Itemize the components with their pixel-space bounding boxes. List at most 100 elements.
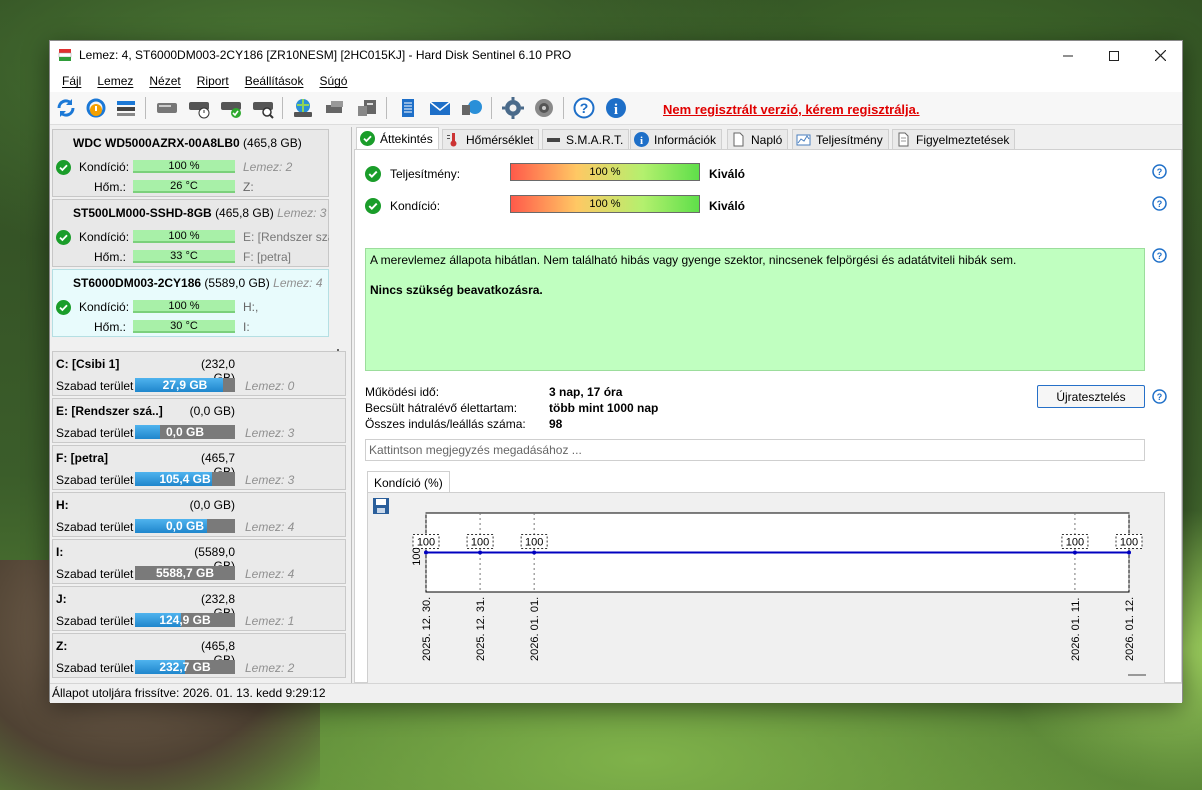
help-icon[interactable]: ? (1152, 196, 1167, 211)
tab-information[interactable]: i Információk (630, 129, 723, 149)
volume-name: H: (56, 498, 69, 512)
data-point (424, 550, 428, 555)
help-icon[interactable]: ? (1152, 389, 1167, 404)
disk-title: ST6000DM003-2CY186 (5589,0 GB) Lemez: 4 (73, 276, 323, 290)
disk-backup-button[interactable] (354, 95, 380, 121)
globe-send-icon (462, 100, 482, 115)
svg-text:i: i (640, 135, 643, 147)
svg-text:?: ? (1157, 167, 1163, 177)
log-icon (733, 132, 744, 147)
refresh-button[interactable] (53, 95, 79, 121)
close-button[interactable] (1137, 41, 1183, 70)
maximize-button[interactable] (1091, 41, 1137, 70)
help-icon[interactable]: ? (1152, 164, 1167, 179)
health-label: Kondíció: (390, 199, 441, 213)
refresh-warning-icon (86, 98, 106, 118)
start-stop-value: 98 (549, 417, 563, 431)
volume-disk: Lemez: 1 (245, 614, 295, 628)
free-space-label: Szabad terület (56, 520, 134, 534)
volume-item[interactable]: I: (5589,0 GB) Szabad terület 5588,7 GB … (52, 539, 346, 584)
status-bar: Állapot utoljára frissítve: 2026. 01. 13… (50, 683, 1182, 703)
x-tick-label: 2025. 12. 30. (421, 597, 433, 661)
disk-title: WDC WD5000AZRX-00A8LB0 (465,8 GB) (73, 136, 302, 150)
volume-disk: Lemez: 4 (245, 567, 295, 581)
disk-check-button[interactable] (218, 95, 244, 121)
volume-ref: Z: (243, 180, 254, 194)
temp-label: Hőm.: (94, 250, 127, 264)
check-icon (360, 131, 375, 146)
volume-item[interactable]: J: (232,8 GB) Szabad terület 124,9 GB Le… (52, 586, 346, 631)
disk-item[interactable]: ST500LM000-SSHD-8GB (465,8 GB) Lemez: 3 … (52, 199, 329, 267)
menu-view[interactable]: Nézet (141, 74, 188, 88)
disk-tools-button[interactable] (322, 95, 348, 121)
free-space-bar: 0,0 GB (135, 425, 235, 439)
volume-item[interactable]: C: [Csibi 1] (232,0 GB) Szabad terület 2… (52, 351, 346, 396)
temp-bar: 26 °C (133, 180, 235, 193)
tab-warnings[interactable]: Figyelmeztetések (892, 129, 1016, 149)
menu-help[interactable]: Súgó (311, 74, 355, 88)
temp-label: Hőm.: (94, 180, 127, 194)
minimize-button[interactable] (1045, 41, 1091, 70)
send-report-button[interactable] (459, 95, 485, 121)
toolbar-separator (386, 97, 387, 119)
volume-item[interactable]: Z: (465,8 GB) Szabad terület 232,7 GB Le… (52, 633, 346, 678)
report-button[interactable] (395, 95, 421, 121)
chart-scrollbar[interactable] (1128, 674, 1146, 676)
menu-settings[interactable]: Beállítások (237, 74, 312, 88)
tab-performance[interactable]: Teljesítmény (792, 129, 889, 149)
about-button[interactable]: i (603, 95, 629, 121)
app-window: Lemez: 4, ST6000DM003-2CY186 [ZR10NESM] … (49, 40, 1183, 703)
disk-search-button[interactable] (250, 95, 276, 121)
volume-ref: F: [petra] (243, 250, 292, 264)
warnings-icon (898, 132, 909, 147)
disk-list-button[interactable] (113, 95, 139, 121)
status-text-box[interactable]: A merevlemez állapota hibátlan. Nem talá… (365, 248, 1145, 371)
performance-bar: 100 % (510, 163, 700, 181)
free-space-bar: 27,9 GB (135, 378, 235, 392)
disk-size: (5589,0 GB) (204, 276, 270, 290)
close-icon (1154, 50, 1166, 61)
help-button[interactable]: ? (571, 95, 597, 121)
menu-report[interactable]: Riport (189, 74, 237, 88)
free-space-value: 105,4 GB (159, 472, 211, 486)
health-rating: Kiváló (709, 199, 746, 213)
start-stop-label: Összes indulás/leállás száma: (365, 417, 526, 431)
volume-disk: Lemez: 3 (245, 426, 295, 440)
data-label: 100 (1120, 537, 1138, 549)
disk-item[interactable]: WDC WD5000AZRX-00A8LB0 (465,8 GB) Kondíc… (52, 129, 329, 197)
tab-label: Áttekintés (380, 131, 433, 146)
disk-info-button[interactable] (154, 95, 180, 121)
preferences-button[interactable] (500, 95, 526, 121)
menu-disk[interactable]: Lemez (89, 74, 141, 88)
disk-ref: Lemez: 2 (243, 160, 293, 174)
chart-tab-health[interactable]: Kondíció (%) (367, 471, 450, 493)
health-label: Kondíció: (79, 300, 130, 314)
email-button[interactable] (427, 95, 453, 121)
svg-text:?: ? (1157, 199, 1163, 209)
sound-button[interactable] (531, 95, 557, 121)
help-icon[interactable]: ? (1152, 248, 1167, 263)
retest-button[interactable]: Újratesztelés (1037, 385, 1145, 408)
volume-name: C: [Csibi 1] (56, 357, 120, 371)
tab-overview[interactable]: Áttekintés (356, 127, 439, 149)
volume-name: Z: (56, 639, 68, 653)
health-bar: 100 % (133, 230, 235, 243)
volume-item[interactable]: F: [petra] (465,7 GB) Szabad terület 105… (52, 445, 346, 490)
disk-clock-icon (189, 102, 210, 119)
volume-item[interactable]: H: (0,0 GB) Szabad terület 0,0 GB Lemez:… (52, 492, 346, 537)
refresh-warning-button[interactable] (83, 95, 109, 121)
network-button[interactable] (290, 95, 316, 121)
title-bar[interactable]: Lemez: 4, ST6000DM003-2CY186 [ZR10NESM] … (50, 41, 1182, 70)
tab-temperature[interactable]: Hőmérséklet (442, 129, 540, 149)
tab-log[interactable]: Napló (727, 129, 789, 149)
volume-item[interactable]: E: [Rendszer szá..] (0,0 GB) Szabad terü… (52, 398, 346, 443)
disk-search-icon (253, 102, 274, 119)
tab-smart[interactable]: S.M.A.R.T. (542, 129, 630, 149)
note-input[interactable]: Kattintson megjegyzés megadásához ... (365, 439, 1145, 461)
globe-disk-icon (294, 99, 312, 117)
unregistered-link[interactable]: Nem regisztrált verzió, kérem regisztrál… (663, 102, 920, 117)
volume-disk: Lemez: 3 (245, 473, 295, 487)
menu-file[interactable]: Fájl (54, 74, 89, 88)
disk-item-selected[interactable]: ST6000DM003-2CY186 (5589,0 GB) Lemez: 4 … (52, 269, 329, 337)
disk-schedule-button[interactable] (186, 95, 212, 121)
